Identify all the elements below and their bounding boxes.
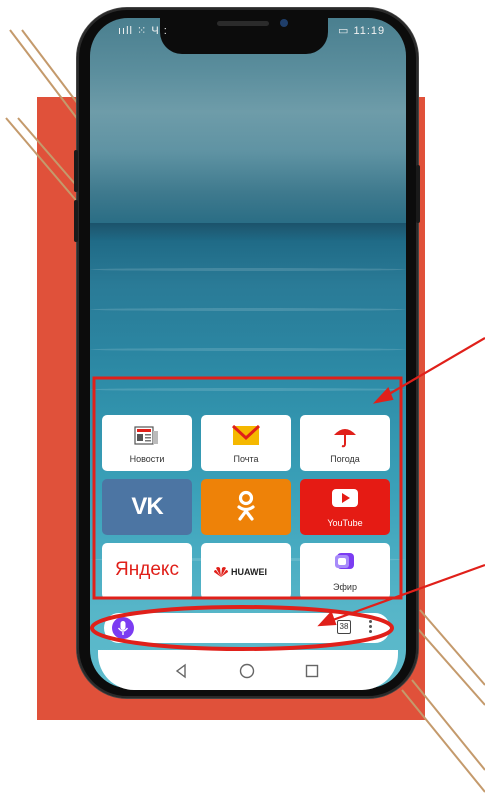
highlight-box [92,376,403,600]
highlight-ellipse [90,605,394,651]
annotation-layer [90,337,485,651]
pointer-arrow [372,337,485,404]
